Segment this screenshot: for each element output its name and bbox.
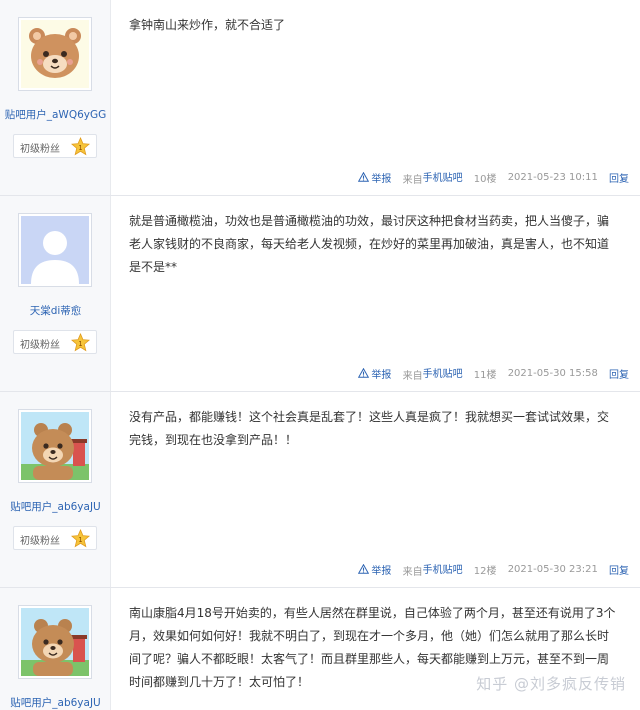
default-person-icon xyxy=(21,216,89,284)
warning-icon xyxy=(358,171,370,183)
post-content: 没有产品，都能赚钱！这个社会真是乱套了！这些人真是疯了！我就想买一套试试效果，交… xyxy=(129,410,610,447)
user-sidebar: 天棠di蒂愈 初级粉丝 1 xyxy=(0,196,111,391)
warning-icon xyxy=(358,563,370,575)
client-prefix: 来自 xyxy=(402,566,423,578)
post-floor-11: 天棠di蒂愈 初级粉丝 1 就是普通橄榄油，功效也是普通橄榄油的功效，最讨厌这种… xyxy=(0,196,640,392)
report-label: 举报 xyxy=(371,173,392,185)
bear-avatar-icon xyxy=(21,412,89,480)
avatar[interactable] xyxy=(18,605,92,679)
post-time: 2021-05-30 15:58 xyxy=(507,367,598,379)
report-link[interactable]: 举报 xyxy=(358,366,391,381)
username[interactable]: 贴吧用户_aWQ6yGG xyxy=(0,107,111,122)
level-badge: 初级粉丝 1 xyxy=(13,330,97,354)
report-label: 举报 xyxy=(371,565,392,577)
bear-avatar-icon xyxy=(21,20,89,88)
reply-button[interactable]: 回复 xyxy=(609,562,629,577)
post-time: 2021-05-23 10:11 xyxy=(507,171,598,183)
level-label: 初级粉丝 xyxy=(20,340,60,351)
post-time: 2021-05-30 23:21 xyxy=(507,563,598,575)
post-meta: 举报 来自手机贴吧 10楼 2021-05-23 10:11 回复 xyxy=(358,169,629,186)
warning-icon xyxy=(358,367,370,379)
star-level-icon: 1 xyxy=(71,137,90,156)
client-source: 来自手机贴吧 xyxy=(403,365,463,382)
report-link[interactable]: 举报 xyxy=(358,170,391,185)
report-link[interactable]: 举报 xyxy=(358,562,391,577)
username[interactable]: 贴吧用户_ab6yaJU xyxy=(0,695,111,710)
level-label: 初级粉丝 xyxy=(20,536,60,547)
user-sidebar: 贴吧用户_ab6yaJU xyxy=(0,588,111,710)
avatar[interactable] xyxy=(18,17,92,91)
star-level-icon: 1 xyxy=(71,529,90,548)
post-content: 就是普通橄榄油，功效也是普通橄榄油的功效，最讨厌这种把食材当药卖，把人当傻子，骗… xyxy=(129,214,610,274)
watermark: 知乎 @刘多疯反传销 xyxy=(476,675,626,693)
client-source: 来自手机贴吧 xyxy=(403,169,463,186)
username[interactable]: 贴吧用户_ab6yaJU xyxy=(0,499,111,514)
floor-number: 12楼 xyxy=(473,565,497,577)
post-meta: 举报 来自手机贴吧 12楼 2021-05-30 23:21 回复 xyxy=(358,561,629,578)
client-prefix: 来自 xyxy=(402,174,423,186)
user-sidebar: 贴吧用户_aWQ6yGG 初级粉丝 1 xyxy=(0,0,111,195)
mobile-tieba-link[interactable]: 手机贴吧 xyxy=(423,173,463,184)
floor-number: 11楼 xyxy=(473,369,497,381)
mobile-tieba-link[interactable]: 手机贴吧 xyxy=(423,565,463,576)
post-meta: 举报 来自手机贴吧 11楼 2021-05-30 15:58 回复 xyxy=(358,365,629,382)
reply-button[interactable]: 回复 xyxy=(609,170,629,185)
client-prefix: 来自 xyxy=(402,370,423,382)
post-content: 拿钟南山来炒作，就不合适了 xyxy=(129,18,286,32)
level-number: 1 xyxy=(78,144,82,152)
avatar[interactable] xyxy=(18,409,92,483)
post-floor-10: 贴吧用户_aWQ6yGG 初级粉丝 1 拿钟南山来炒作，就不合适了 举报 来自手… xyxy=(0,0,640,196)
star-level-icon: 1 xyxy=(71,333,90,352)
level-badge: 初级粉丝 1 xyxy=(13,134,97,158)
report-label: 举报 xyxy=(371,369,392,381)
post-floor-12: 贴吧用户_ab6yaJU 初级粉丝 1 没有产品，都能赚钱！这个社会真是乱套了！… xyxy=(0,392,640,588)
user-sidebar: 贴吧用户_ab6yaJU 初级粉丝 1 xyxy=(0,392,111,587)
level-badge: 初级粉丝 1 xyxy=(13,526,97,550)
level-label: 初级粉丝 xyxy=(20,144,60,155)
mobile-tieba-link[interactable]: 手机贴吧 xyxy=(423,369,463,380)
level-number: 1 xyxy=(78,340,82,348)
username[interactable]: 天棠di蒂愈 xyxy=(0,303,111,318)
avatar[interactable] xyxy=(18,213,92,287)
reply-button[interactable]: 回复 xyxy=(609,366,629,381)
bear-avatar-icon xyxy=(21,608,89,676)
level-number: 1 xyxy=(78,536,82,544)
client-source: 来自手机贴吧 xyxy=(403,561,463,578)
floor-number: 10楼 xyxy=(473,173,497,185)
